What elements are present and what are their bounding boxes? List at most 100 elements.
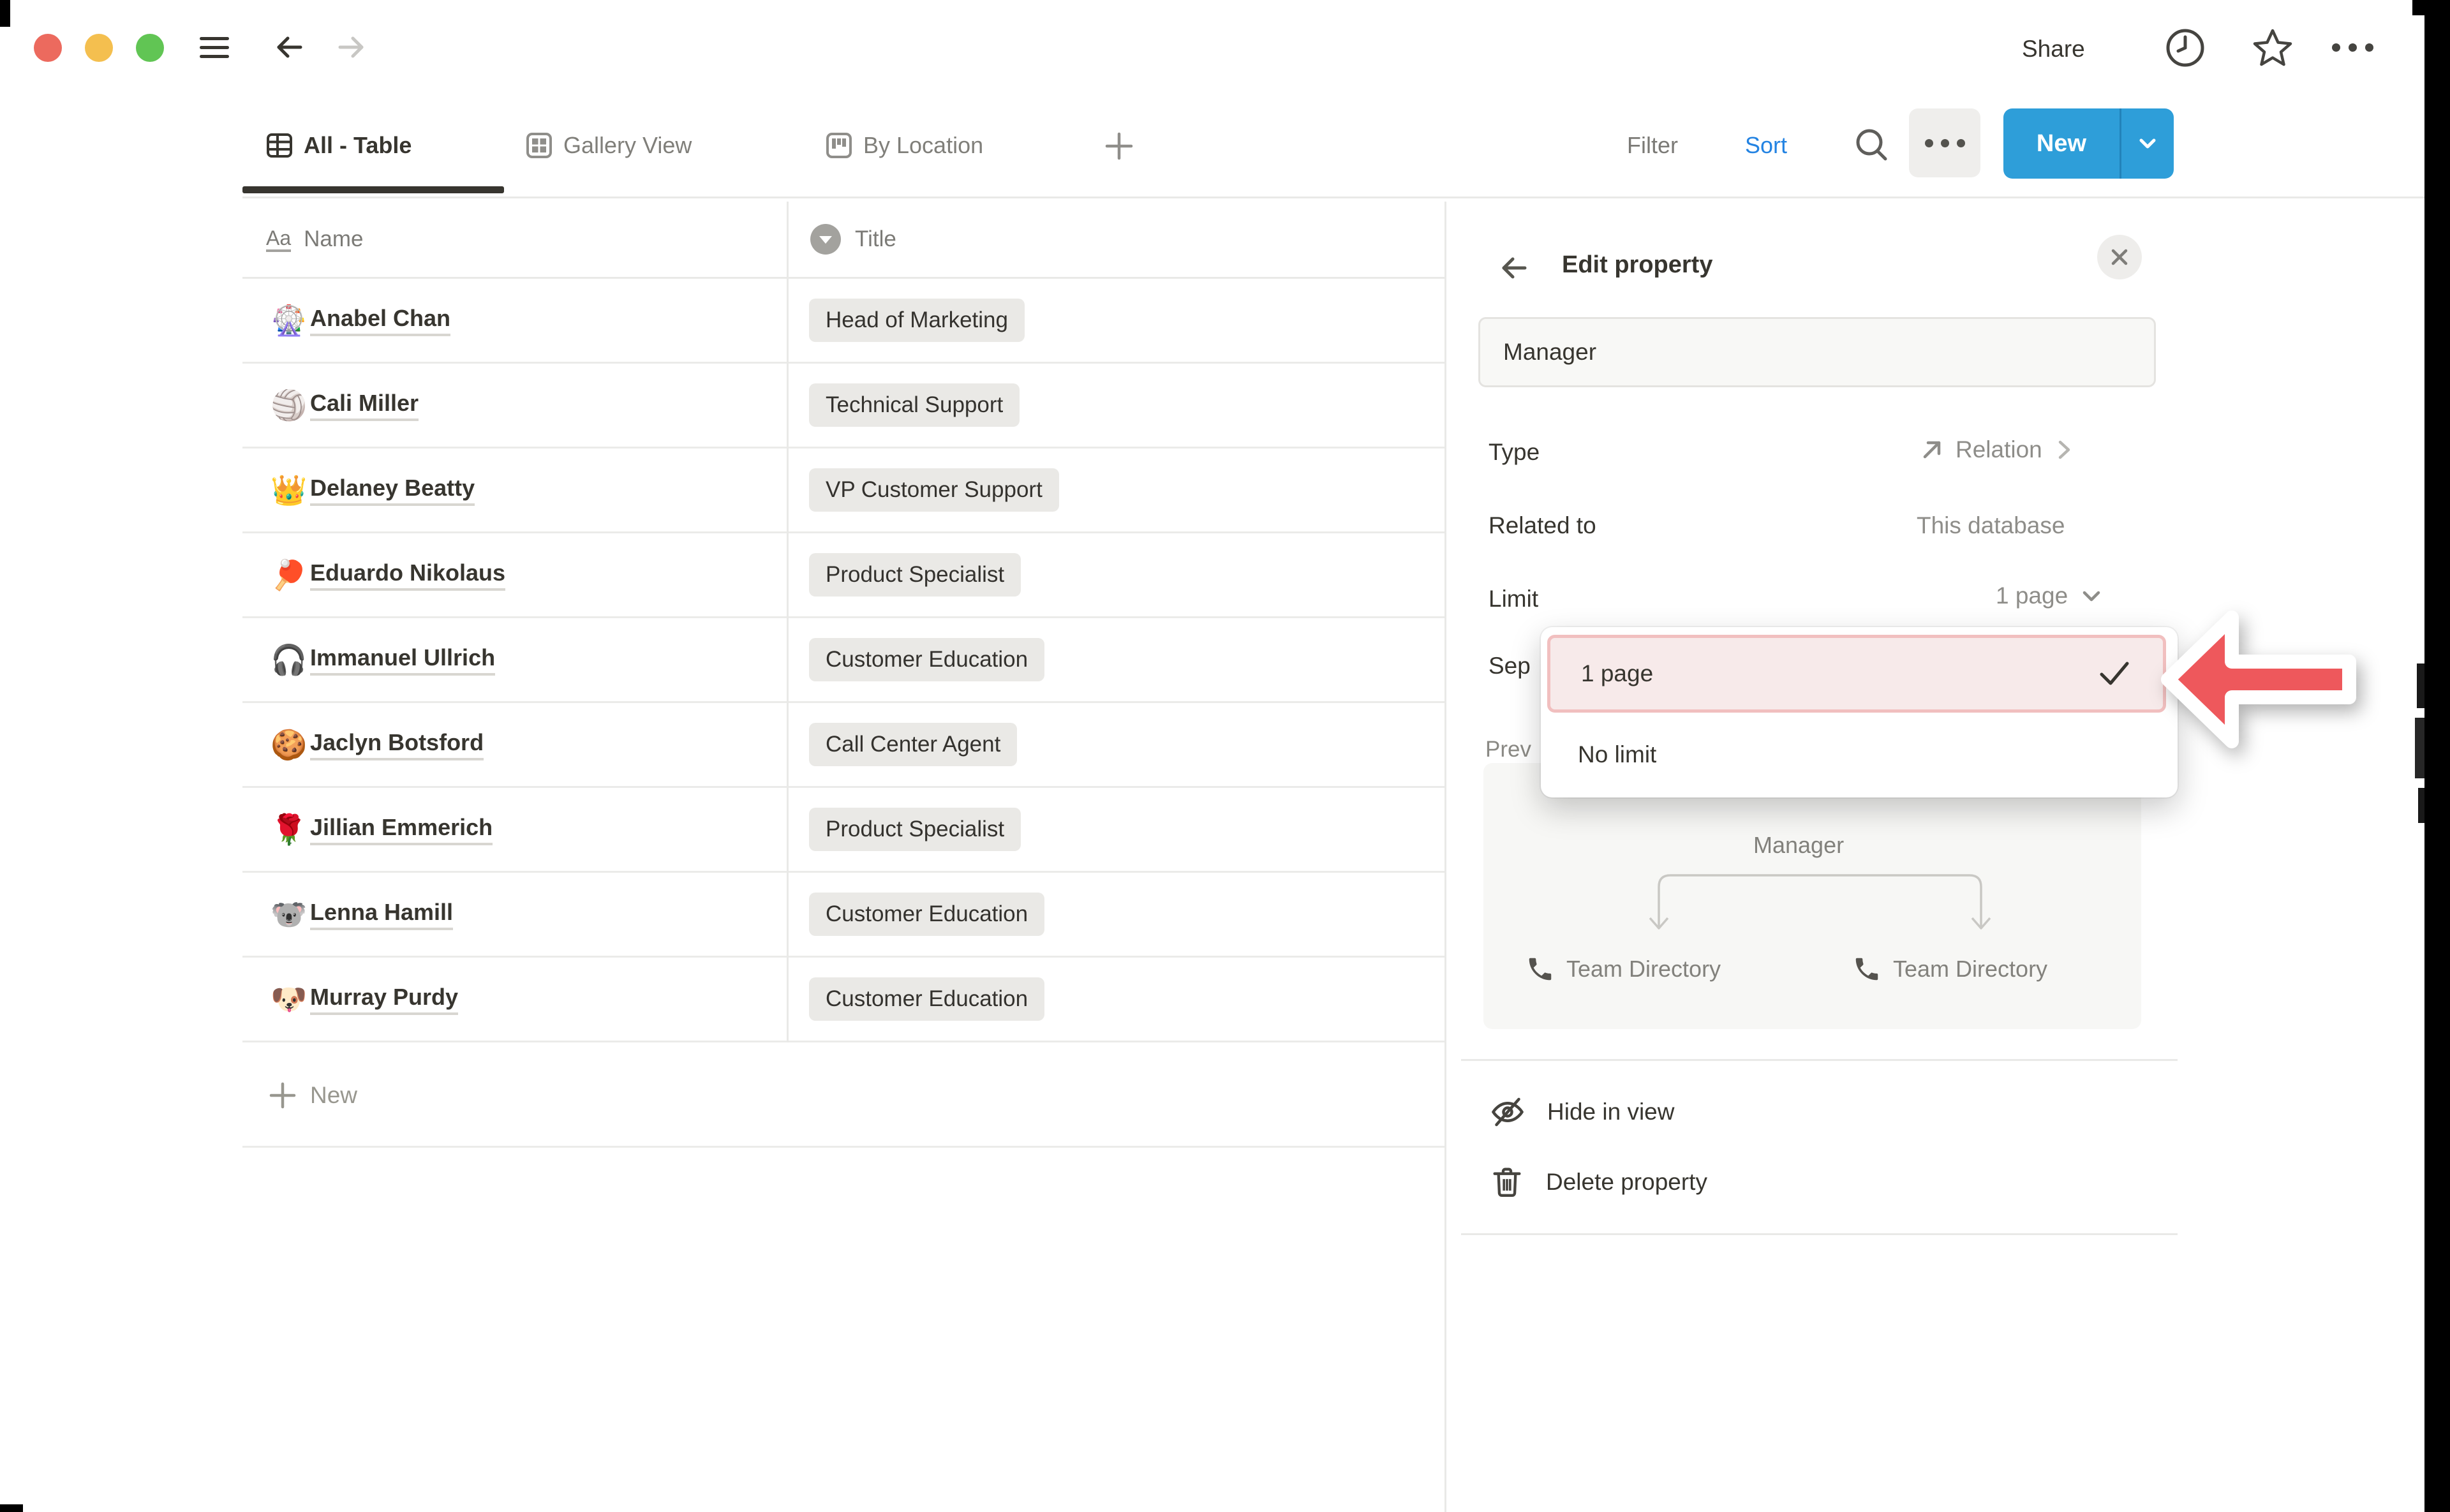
table-row[interactable]: 🍪 Jaclyn Botsford Call Center Agent bbox=[242, 703, 1446, 788]
view-options-button[interactable] bbox=[1909, 108, 1980, 177]
page-name-link[interactable]: Immanuel Ullrich bbox=[310, 644, 495, 676]
screen-artifact bbox=[2417, 663, 2426, 708]
table-row[interactable]: 🌹 Jillian Emmerich Product Specialist bbox=[242, 788, 1446, 873]
delete-property-label: Delete property bbox=[1546, 1169, 1707, 1196]
page-name-link[interactable]: Cali Miller bbox=[310, 390, 419, 421]
new-button[interactable]: New bbox=[2003, 108, 2120, 179]
forward-icon[interactable] bbox=[334, 29, 369, 65]
table-cell-name[interactable]: 🍪 Jaclyn Botsford bbox=[242, 703, 788, 786]
table-cell-title[interactable]: Customer Education bbox=[788, 618, 1446, 701]
page-name-link[interactable]: Jaclyn Botsford bbox=[310, 729, 484, 760]
table-row[interactable]: 🎧 Immanuel Ullrich Customer Education bbox=[242, 618, 1446, 703]
preview-section-label-truncated: Prev bbox=[1485, 737, 1531, 762]
share-button[interactable]: Share bbox=[2022, 36, 2085, 63]
column-header-label: Title bbox=[855, 226, 896, 252]
panel-close-button[interactable] bbox=[2097, 235, 2142, 279]
title-tag: Head of Marketing bbox=[809, 299, 1025, 342]
updates-clock-icon[interactable] bbox=[2164, 27, 2206, 69]
title-tag: Customer Education bbox=[809, 977, 1044, 1021]
limit-option-no-limit[interactable]: No limit bbox=[1547, 720, 2166, 789]
type-value: Relation bbox=[1956, 436, 2042, 463]
page-emoji-icon: 🐶 bbox=[271, 982, 310, 1017]
limit-value-button[interactable]: 1 page bbox=[1996, 582, 2105, 610]
table-row[interactable]: 🏓 Eduardo Nikolaus Product Specialist bbox=[242, 533, 1446, 618]
more-options-icon[interactable] bbox=[2332, 43, 2373, 52]
back-icon[interactable] bbox=[271, 29, 307, 65]
tab-label: By Location bbox=[863, 132, 983, 159]
column-header-label: Name bbox=[304, 226, 363, 252]
table-cell-title[interactable]: Product Specialist bbox=[788, 533, 1446, 616]
screen-artifact bbox=[0, 1504, 23, 1512]
column-header-title[interactable]: Title bbox=[809, 202, 896, 277]
minimize-window-button[interactable] bbox=[85, 34, 113, 62]
plus-icon bbox=[268, 1081, 297, 1110]
phone-icon bbox=[1852, 954, 1882, 984]
limit-option-1-page[interactable]: 1 page bbox=[1547, 635, 2166, 713]
property-name-input[interactable] bbox=[1478, 317, 2156, 387]
sidebar-menu-icon[interactable] bbox=[200, 37, 229, 58]
new-dropdown-button[interactable] bbox=[2121, 108, 2174, 179]
page-emoji-icon: 🌹 bbox=[271, 812, 310, 847]
table-cell-name[interactable]: 🎡 Anabel Chan bbox=[242, 279, 788, 362]
column-divider[interactable] bbox=[787, 202, 789, 1042]
panel-title: Edit property bbox=[1562, 251, 1712, 279]
table-cell-name[interactable]: 🌹 Jillian Emmerich bbox=[242, 788, 788, 871]
limit-dropdown-menu: 1 page No limit bbox=[1541, 627, 2178, 797]
table-cell-title[interactable]: Head of Marketing bbox=[788, 279, 1446, 362]
type-value-button[interactable]: Relation bbox=[1917, 435, 2077, 464]
option-label: No limit bbox=[1578, 741, 1656, 768]
panel-section-divider bbox=[1461, 1059, 2178, 1061]
favorite-star-icon[interactable] bbox=[2250, 26, 2296, 70]
add-view-icon[interactable] bbox=[1103, 130, 1135, 162]
table-cell-name[interactable]: 🐨 Lenna Hamill bbox=[242, 873, 788, 956]
table-row[interactable]: 🎡 Anabel Chan Head of Marketing bbox=[242, 279, 1446, 364]
new-row-button[interactable]: New bbox=[242, 1044, 1446, 1148]
page-name-link[interactable]: Lenna Hamill bbox=[310, 899, 453, 930]
board-view-icon bbox=[824, 131, 854, 160]
table-row[interactable]: 🏐 Cali Miller Technical Support bbox=[242, 364, 1446, 448]
table-cell-name[interactable]: 🎧 Immanuel Ullrich bbox=[242, 618, 788, 701]
filter-button[interactable]: Filter bbox=[1627, 125, 1678, 166]
table-cell-name[interactable]: 🐶 Murray Purdy bbox=[242, 958, 788, 1041]
table-view-icon bbox=[265, 131, 294, 160]
table-cell-name[interactable]: 👑 Delaney Beatty bbox=[242, 448, 788, 531]
table-cell-title[interactable]: Customer Education bbox=[788, 873, 1446, 956]
table-cell-title[interactable]: VP Customer Support bbox=[788, 448, 1446, 531]
panel-back-icon[interactable] bbox=[1497, 251, 1531, 285]
search-icon[interactable] bbox=[1850, 124, 1894, 167]
table-row[interactable]: 👑 Delaney Beatty VP Customer Support bbox=[242, 448, 1446, 533]
title-tag: Customer Education bbox=[809, 638, 1044, 681]
preview-related-page: Team Directory bbox=[1526, 954, 1721, 984]
close-window-button[interactable] bbox=[34, 34, 62, 62]
table-cell-title[interactable]: Customer Education bbox=[788, 958, 1446, 1041]
separate-label-truncated: Sep bbox=[1489, 653, 1531, 679]
tab-gallery-view[interactable]: Gallery View bbox=[524, 125, 692, 166]
checkmark-icon bbox=[2097, 659, 2132, 688]
table-row[interactable]: 🐶 Murray Purdy Customer Education bbox=[242, 958, 1446, 1042]
page-name-link[interactable]: Delaney Beatty bbox=[310, 475, 475, 506]
sort-button[interactable]: Sort bbox=[1745, 125, 1787, 166]
table-cell-title[interactable]: Technical Support bbox=[788, 364, 1446, 447]
trash-icon bbox=[1489, 1164, 1526, 1201]
annotation-arrow-icon bbox=[2137, 593, 2412, 772]
page-name-link[interactable]: Murray Purdy bbox=[310, 984, 458, 1015]
page-emoji-icon: 🎧 bbox=[271, 642, 310, 678]
tab-by-location[interactable]: By Location bbox=[824, 125, 983, 166]
table-cell-title[interactable]: Product Specialist bbox=[788, 788, 1446, 871]
close-icon bbox=[2107, 245, 2132, 269]
table-row[interactable]: 🐨 Lenna Hamill Customer Education bbox=[242, 873, 1446, 958]
table-cell-name[interactable]: 🏐 Cali Miller bbox=[242, 364, 788, 447]
table-cell-name[interactable]: 🏓 Eduardo Nikolaus bbox=[242, 533, 788, 616]
delete-property-button[interactable]: Delete property bbox=[1489, 1164, 1707, 1201]
page-name-link[interactable]: Anabel Chan bbox=[310, 305, 450, 336]
eye-slash-icon bbox=[1489, 1093, 1527, 1131]
zoom-window-button[interactable] bbox=[136, 34, 164, 62]
tab-all-table[interactable]: All - Table bbox=[265, 125, 412, 166]
related-to-value[interactable]: This database bbox=[1917, 512, 2065, 539]
page-name-link[interactable]: Eduardo Nikolaus bbox=[310, 560, 505, 591]
page-name-link[interactable]: Jillian Emmerich bbox=[310, 814, 493, 845]
screen-artifact bbox=[2418, 788, 2426, 823]
table-cell-title[interactable]: Call Center Agent bbox=[788, 703, 1446, 786]
hide-in-view-button[interactable]: Hide in view bbox=[1489, 1093, 1674, 1131]
screen-artifact bbox=[0, 0, 10, 27]
